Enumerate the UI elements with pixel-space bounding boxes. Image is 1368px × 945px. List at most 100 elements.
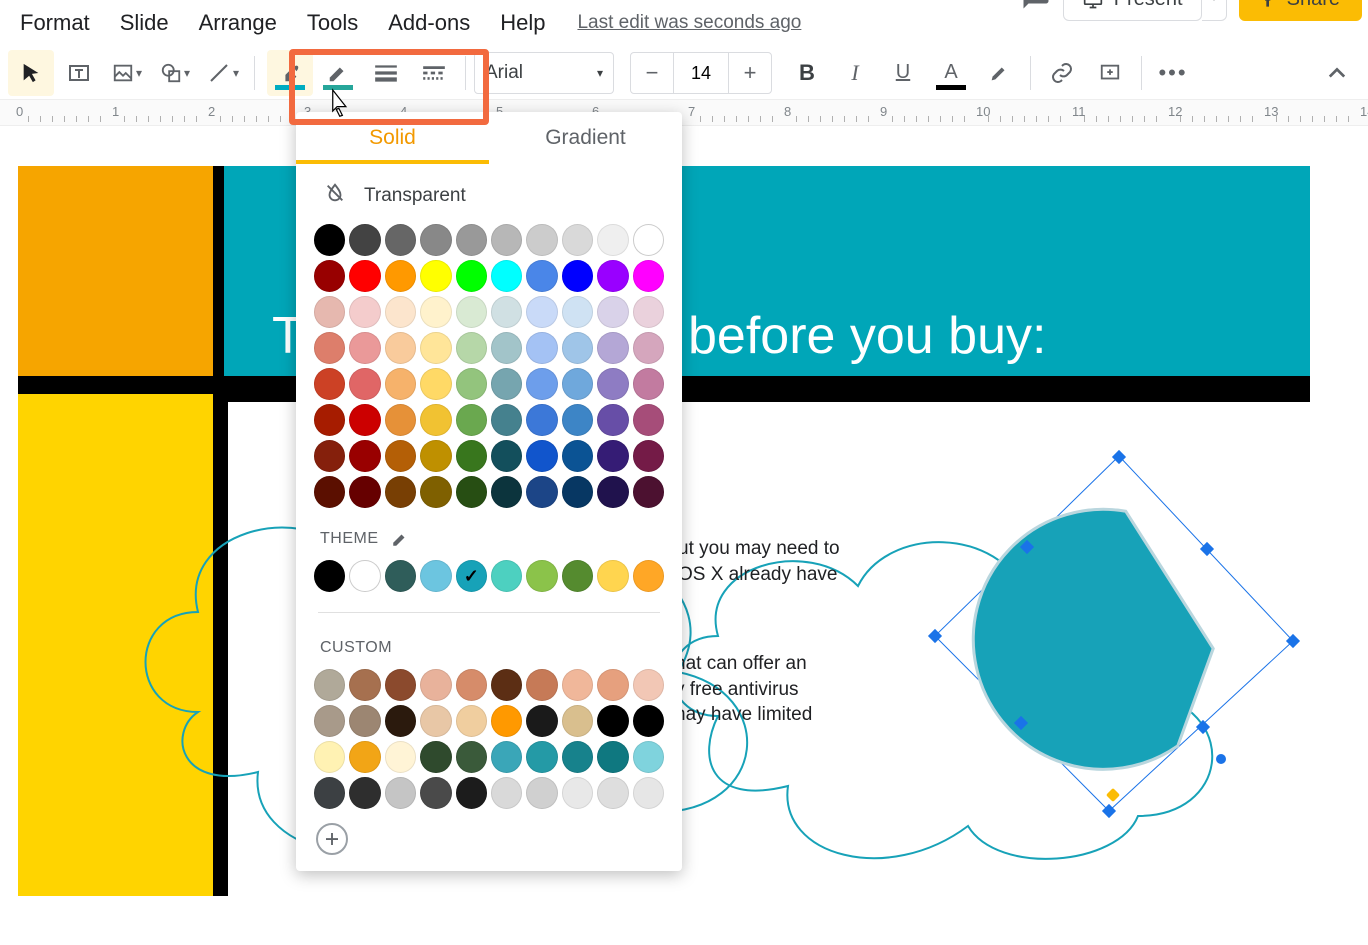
theme-color-swatch[interactable]	[562, 560, 593, 592]
collapse-toolbar-button[interactable]	[1314, 50, 1360, 96]
custom-color-swatch[interactable]	[420, 741, 451, 773]
color-swatch[interactable]	[633, 296, 664, 328]
color-swatch[interactable]	[349, 296, 380, 328]
color-swatch[interactable]	[420, 332, 451, 364]
color-swatch[interactable]	[562, 368, 593, 400]
select-tool[interactable]	[8, 50, 54, 96]
color-swatch[interactable]	[456, 224, 487, 256]
textbox-tool[interactable]	[56, 50, 102, 96]
color-swatch[interactable]	[526, 368, 557, 400]
color-swatch[interactable]	[633, 476, 664, 508]
color-swatch[interactable]	[385, 296, 416, 328]
color-swatch[interactable]	[491, 368, 522, 400]
color-swatch[interactable]	[597, 296, 628, 328]
color-swatch[interactable]	[633, 332, 664, 364]
color-swatch[interactable]	[385, 260, 416, 292]
comment-icon[interactable]	[1021, 0, 1051, 18]
text-color-button[interactable]: A	[928, 50, 974, 96]
theme-color-swatch[interactable]	[633, 560, 664, 592]
share-button[interactable]: Share	[1239, 0, 1362, 21]
color-swatch[interactable]	[314, 404, 345, 436]
custom-color-swatch[interactable]	[456, 741, 487, 773]
border-weight-button[interactable]	[363, 50, 409, 96]
color-swatch[interactable]	[385, 404, 416, 436]
border-color-button[interactable]	[315, 50, 361, 96]
custom-color-swatch[interactable]	[349, 741, 380, 773]
color-swatch[interactable]	[420, 404, 451, 436]
color-swatch[interactable]	[633, 224, 664, 256]
color-swatch[interactable]	[597, 440, 628, 472]
color-swatch[interactable]	[349, 404, 380, 436]
color-swatch[interactable]	[562, 404, 593, 436]
custom-color-swatch[interactable]	[456, 669, 487, 701]
color-swatch[interactable]	[491, 404, 522, 436]
custom-color-swatch[interactable]	[385, 741, 416, 773]
color-swatch[interactable]	[349, 260, 380, 292]
custom-color-swatch[interactable]	[491, 669, 522, 701]
menu-arrange[interactable]: Arrange	[185, 4, 291, 42]
insert-comment-button[interactable]	[1087, 50, 1133, 96]
custom-color-swatch[interactable]	[314, 777, 345, 809]
color-swatch[interactable]	[456, 404, 487, 436]
color-swatch[interactable]	[385, 332, 416, 364]
custom-color-swatch[interactable]	[526, 705, 557, 737]
menu-tools[interactable]: Tools	[293, 4, 372, 42]
custom-color-swatch[interactable]	[420, 777, 451, 809]
color-swatch[interactable]	[314, 476, 345, 508]
insert-link-button[interactable]	[1039, 50, 1085, 96]
color-swatch[interactable]	[562, 224, 593, 256]
pencil-icon[interactable]	[391, 530, 409, 548]
custom-color-swatch[interactable]	[491, 741, 522, 773]
bold-button[interactable]: B	[784, 50, 830, 96]
color-swatch[interactable]	[491, 332, 522, 364]
tab-gradient[interactable]: Gradient	[489, 112, 682, 160]
theme-color-swatch[interactable]	[314, 560, 345, 592]
custom-color-swatch[interactable]	[633, 777, 664, 809]
color-swatch[interactable]	[314, 224, 345, 256]
fill-color-button[interactable]	[267, 50, 313, 96]
custom-color-swatch[interactable]	[633, 669, 664, 701]
custom-color-swatch[interactable]	[314, 741, 345, 773]
color-swatch[interactable]	[562, 296, 593, 328]
custom-color-swatch[interactable]	[349, 669, 380, 701]
font-size-increase[interactable]: +	[729, 60, 771, 86]
color-swatch[interactable]	[385, 368, 416, 400]
color-swatch[interactable]	[349, 368, 380, 400]
theme-color-swatch[interactable]	[526, 560, 557, 592]
custom-color-swatch[interactable]	[456, 777, 487, 809]
custom-color-swatch[interactable]	[349, 777, 380, 809]
color-swatch[interactable]	[420, 224, 451, 256]
italic-button[interactable]: I	[832, 50, 878, 96]
color-swatch[interactable]	[385, 476, 416, 508]
custom-color-swatch[interactable]	[526, 741, 557, 773]
color-swatch[interactable]	[420, 260, 451, 292]
present-button[interactable]: Present	[1063, 0, 1202, 21]
color-swatch[interactable]	[314, 368, 345, 400]
color-swatch[interactable]	[491, 260, 522, 292]
color-swatch[interactable]	[597, 260, 628, 292]
image-tool[interactable]: ▾	[104, 50, 150, 96]
custom-color-swatch[interactable]	[385, 777, 416, 809]
custom-color-swatch[interactable]	[562, 741, 593, 773]
color-swatch[interactable]	[314, 332, 345, 364]
add-custom-color[interactable]	[316, 823, 348, 855]
color-swatch[interactable]	[562, 440, 593, 472]
color-swatch[interactable]	[491, 476, 522, 508]
color-swatch[interactable]	[526, 404, 557, 436]
color-swatch[interactable]	[491, 440, 522, 472]
custom-color-swatch[interactable]	[597, 741, 628, 773]
color-swatch[interactable]	[526, 260, 557, 292]
color-swatch[interactable]	[420, 368, 451, 400]
color-swatch[interactable]	[456, 296, 487, 328]
theme-color-swatch[interactable]	[420, 560, 451, 592]
theme-color-swatch[interactable]	[349, 560, 380, 592]
color-swatch[interactable]	[526, 440, 557, 472]
color-swatch[interactable]	[562, 260, 593, 292]
custom-color-swatch[interactable]	[526, 777, 557, 809]
color-swatch[interactable]	[420, 476, 451, 508]
custom-color-swatch[interactable]	[562, 705, 593, 737]
color-swatch[interactable]	[385, 440, 416, 472]
custom-color-swatch[interactable]	[314, 705, 345, 737]
custom-color-swatch[interactable]	[491, 705, 522, 737]
font-family-select[interactable]: Arial ▾	[474, 52, 614, 94]
